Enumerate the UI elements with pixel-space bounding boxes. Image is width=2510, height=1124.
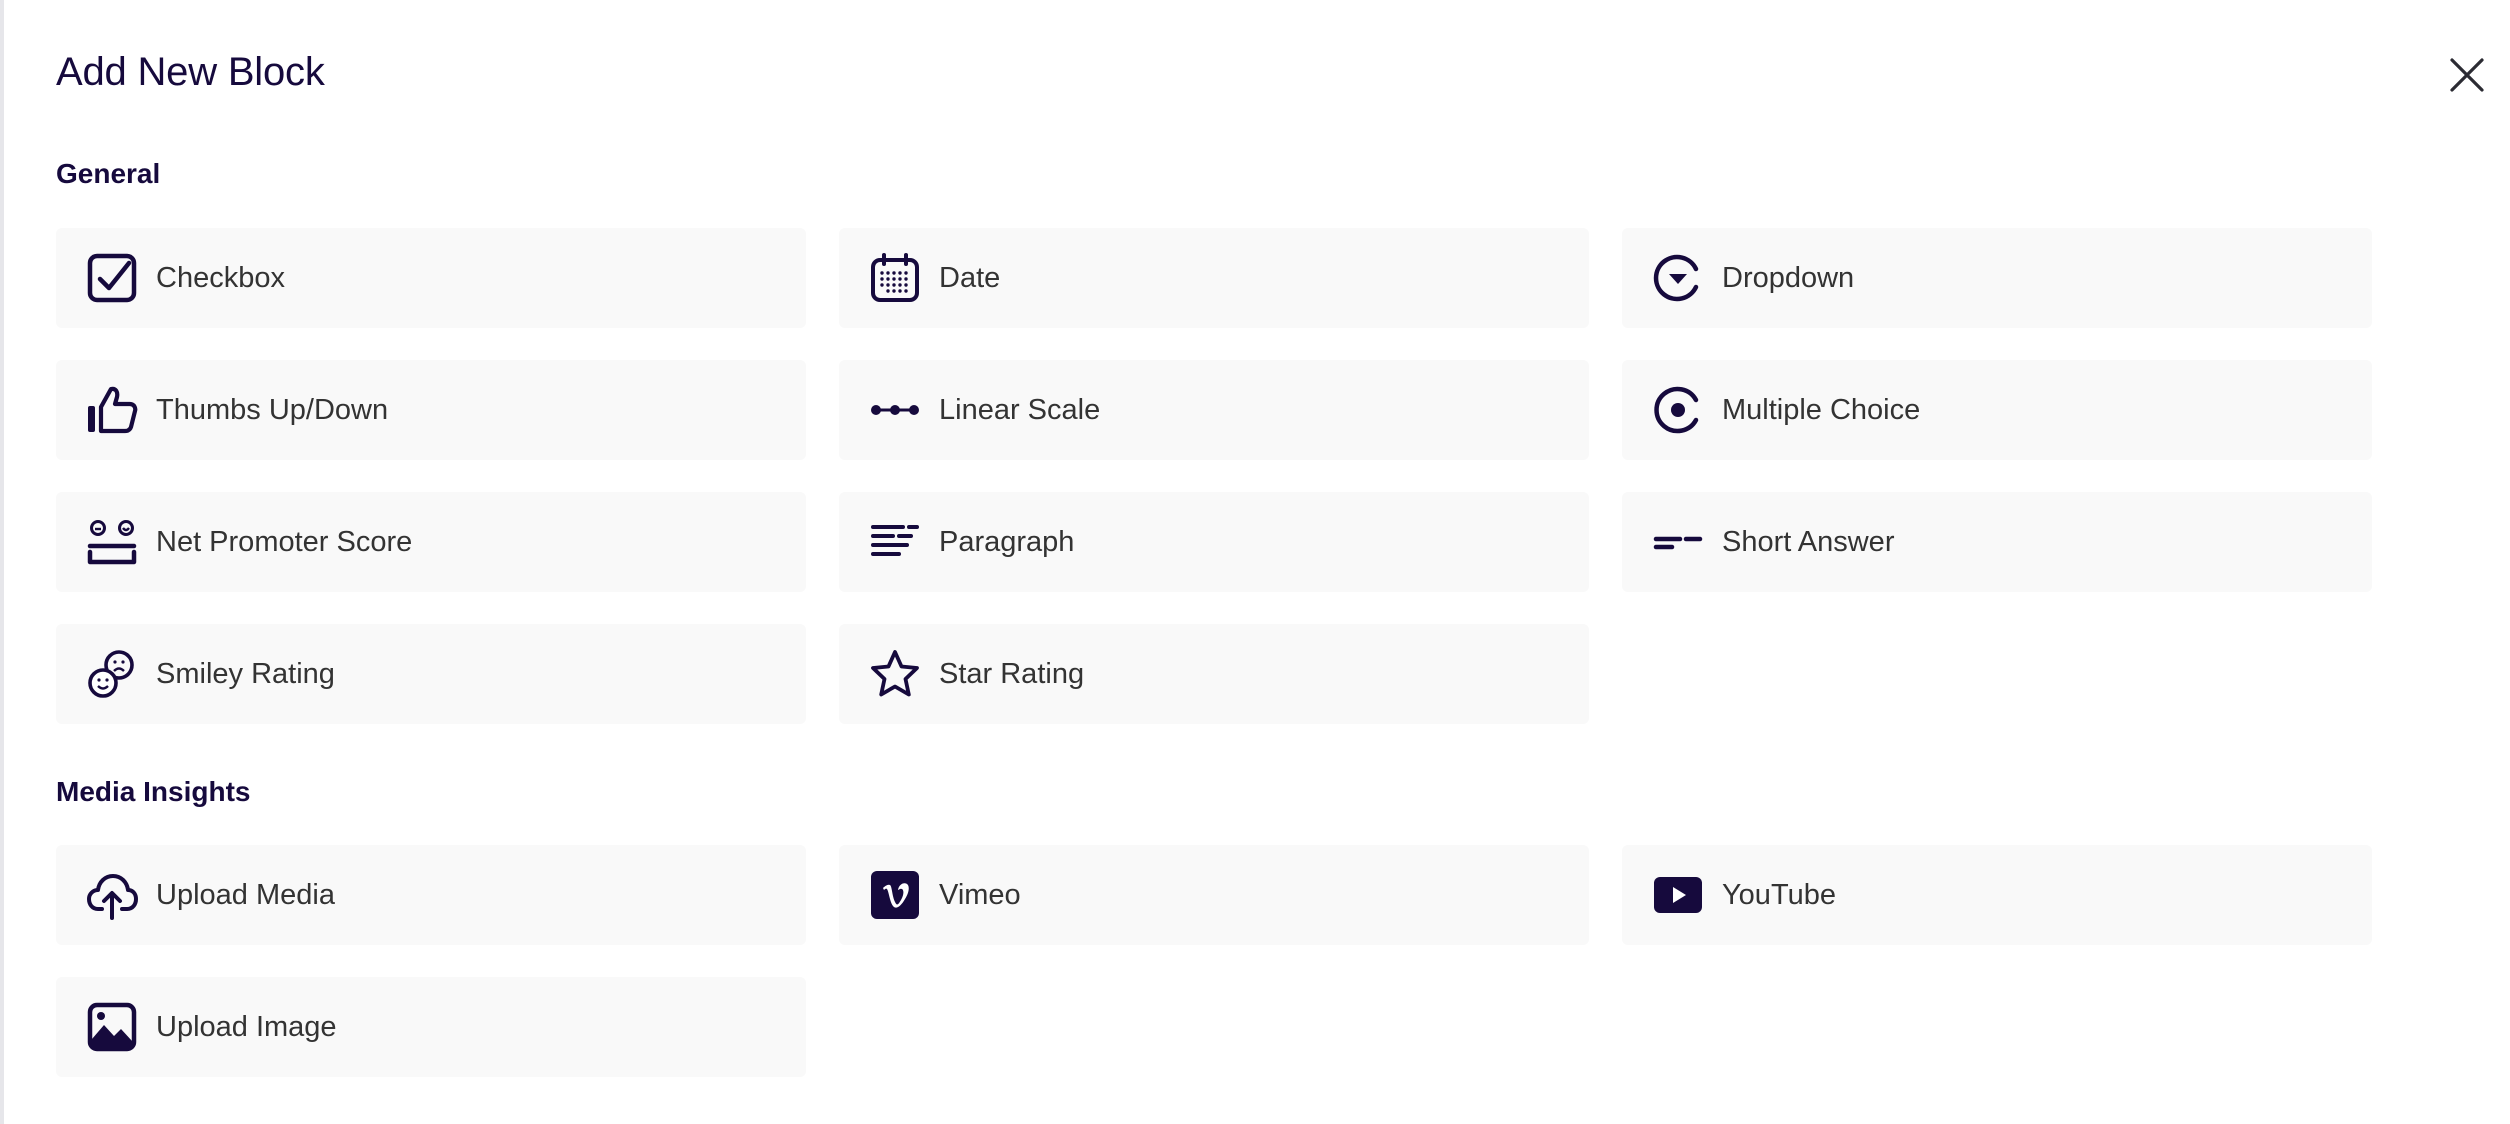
star-icon bbox=[869, 648, 921, 700]
block-option-thumbs-up-down[interactable]: Thumbs Up/Down bbox=[56, 360, 806, 460]
block-option-paragraph[interactable]: Paragraph bbox=[839, 492, 1589, 592]
close-icon bbox=[2450, 58, 2484, 92]
block-option-net-promoter-score[interactable]: Net Promoter Score bbox=[56, 492, 806, 592]
block-option-youtube[interactable]: YouTube bbox=[1622, 845, 2372, 945]
block-option-upload-media[interactable]: Upload Media bbox=[56, 845, 806, 945]
paragraph-icon bbox=[869, 516, 921, 568]
block-label: Star Rating bbox=[939, 657, 1085, 690]
block-label: Date bbox=[939, 261, 1001, 294]
block-label: Thumbs Up/Down bbox=[156, 393, 389, 426]
block-option-checkbox[interactable]: Checkbox bbox=[56, 228, 806, 328]
checkbox-icon bbox=[86, 252, 138, 304]
block-label: Paragraph bbox=[939, 525, 1075, 558]
block-option-linear-scale[interactable]: Linear Scale bbox=[839, 360, 1589, 460]
block-option-dropdown[interactable]: Dropdown bbox=[1622, 228, 2372, 328]
block-label: Vimeo bbox=[939, 878, 1021, 911]
block-option-short-answer[interactable]: Short Answer bbox=[1622, 492, 2372, 592]
general-blocks-grid: Checkbox Date Dropdown Thumbs Up/Down Li… bbox=[56, 228, 2372, 724]
youtube-icon bbox=[1652, 869, 1704, 921]
vimeo-icon bbox=[869, 869, 921, 921]
section-title-general: General bbox=[56, 158, 161, 189]
block-option-date[interactable]: Date bbox=[839, 228, 1589, 328]
thumbs-up-icon bbox=[86, 384, 138, 436]
block-label: Smiley Rating bbox=[156, 657, 335, 690]
block-option-upload-image[interactable]: Upload Image bbox=[56, 977, 806, 1077]
short-answer-icon bbox=[1652, 516, 1704, 568]
linear-scale-icon bbox=[869, 384, 921, 436]
smiley-icon bbox=[86, 648, 138, 700]
add-block-dialog: Add New Block General Checkbox Date Drop… bbox=[0, 0, 2510, 1124]
close-button[interactable] bbox=[2440, 48, 2494, 102]
cloud-upload-icon bbox=[86, 869, 138, 921]
block-label: Dropdown bbox=[1722, 261, 1855, 294]
block-label: YouTube bbox=[1722, 878, 1836, 911]
block-label: Short Answer bbox=[1722, 525, 1895, 558]
radio-icon bbox=[1652, 384, 1704, 436]
block-option-vimeo[interactable]: Vimeo bbox=[839, 845, 1589, 945]
block-label: Upload Media bbox=[156, 878, 335, 911]
block-label: Checkbox bbox=[156, 261, 285, 294]
media-blocks-grid: Upload Media Vimeo YouTube Upload Image bbox=[56, 845, 2372, 1077]
block-option-multiple-choice[interactable]: Multiple Choice bbox=[1622, 360, 2372, 460]
block-option-smiley-rating[interactable]: Smiley Rating bbox=[56, 624, 806, 724]
calendar-icon bbox=[869, 252, 921, 304]
section-title-media-insights: Media Insights bbox=[56, 776, 251, 807]
block-label: Linear Scale bbox=[939, 393, 1101, 426]
nps-icon bbox=[86, 516, 138, 568]
block-option-star-rating[interactable]: Star Rating bbox=[839, 624, 1589, 724]
dialog-title: Add New Block bbox=[56, 50, 325, 94]
image-icon bbox=[86, 1001, 138, 1053]
block-label: Multiple Choice bbox=[1722, 393, 1921, 426]
block-label: Net Promoter Score bbox=[156, 525, 413, 558]
block-label: Upload Image bbox=[156, 1010, 337, 1043]
dropdown-icon bbox=[1652, 252, 1704, 304]
